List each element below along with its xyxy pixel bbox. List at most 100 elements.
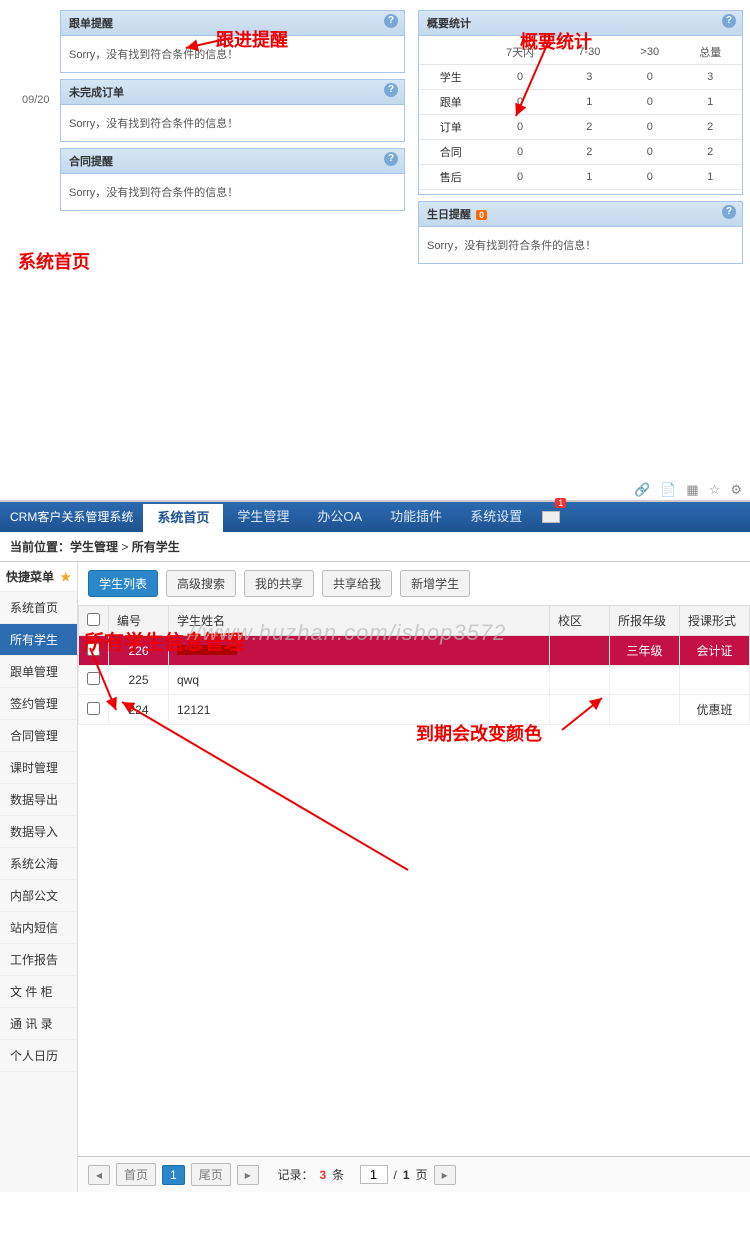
stats-row: 学生0303 xyxy=(419,65,742,90)
breadcrumb: 当前位置：学生管理 > 所有学生 xyxy=(0,532,750,562)
stats-row: 跟单0101 xyxy=(419,90,742,115)
rec-prefix: 记录： xyxy=(277,1166,313,1183)
sidebar-item[interactable]: 站内短信 xyxy=(0,912,77,944)
stats-row: 订单0202 xyxy=(419,115,742,140)
stats-table: 7天内 7-30 >30 总量 学生0303跟单0101订单0202合同0202… xyxy=(419,40,742,190)
watermark: //www.huzhan.com/ishop3572 xyxy=(188,620,506,646)
panel-contract-body: Sorry，没有找到符合条件的信息！ xyxy=(61,174,404,210)
page-go[interactable]: ▸ xyxy=(434,1165,456,1185)
panel-contract-title: 合同提醒 xyxy=(69,156,113,168)
panel-unfinished-header: 未完成订单 ? xyxy=(61,80,404,105)
help-icon[interactable]: ? xyxy=(722,205,736,219)
page-1[interactable]: 1 xyxy=(162,1165,185,1185)
cell-form xyxy=(680,666,750,695)
help-icon[interactable]: ? xyxy=(384,83,398,97)
sidebar-item[interactable]: 跟单管理 xyxy=(0,656,77,688)
anno-expired: 到期会改变颜色 xyxy=(416,720,542,746)
cell-id: 225 xyxy=(109,666,169,695)
help-icon[interactable]: ? xyxy=(384,14,398,28)
cell-grade xyxy=(610,695,680,725)
cell-id: 224 xyxy=(109,695,169,725)
sidebar-item[interactable]: 签约管理 xyxy=(0,688,77,720)
sidebar-item[interactable]: 系统公海 xyxy=(0,848,77,880)
select-all-checkbox[interactable] xyxy=(87,613,100,626)
row-checkbox[interactable] xyxy=(87,702,100,715)
panel-birthday-header: 生日提醒 0 ? xyxy=(419,202,742,227)
cell-campus xyxy=(550,636,610,666)
stats-cell: 0 xyxy=(621,140,678,165)
sidebar-item[interactable]: 文 件 柜 xyxy=(0,976,77,1008)
btn-my-share[interactable]: 我的共享 xyxy=(244,570,314,597)
table-row[interactable]: 22412121优惠班 xyxy=(79,695,750,725)
mail-icon[interactable]: 1 xyxy=(542,502,560,532)
stats-cell: 0 xyxy=(483,65,558,90)
stats-label: 订单 xyxy=(419,115,483,140)
btn-student-list[interactable]: 学生列表 xyxy=(88,570,158,597)
doc-icon[interactable]: 📄 xyxy=(660,482,676,498)
panel-unfinished-title: 未完成订单 xyxy=(69,87,124,99)
page-prev[interactable]: ◂ xyxy=(88,1165,110,1185)
anno-home: 系统首页 xyxy=(18,248,90,274)
stats-cell: 0 xyxy=(621,115,678,140)
page-first[interactable]: 首页 xyxy=(116,1163,156,1186)
help-icon[interactable]: ? xyxy=(384,152,398,166)
stats-label: 合同 xyxy=(419,140,483,165)
stats-cell: 1 xyxy=(558,165,622,190)
nav-oa[interactable]: 办公OA xyxy=(303,502,376,532)
btn-add-student[interactable]: 新增学生 xyxy=(400,570,470,597)
star-icon[interactable]: ★ xyxy=(60,570,71,584)
nav-home[interactable]: 系统首页 xyxy=(143,504,223,532)
th-form: 授课形式 xyxy=(680,606,750,636)
sidebar-item[interactable]: 合同管理 xyxy=(0,720,77,752)
btn-adv-search[interactable]: 高级搜索 xyxy=(166,570,236,597)
panel-unfinished-body: Sorry，没有找到符合条件的信息！ xyxy=(61,105,404,141)
page-sep: / xyxy=(394,1168,397,1182)
panel-contract: 合同提醒 ? Sorry，没有找到符合条件的信息！ xyxy=(60,148,405,211)
grid-icon[interactable]: ▦ xyxy=(686,482,698,498)
table-row[interactable]: 225qwq xyxy=(79,666,750,695)
page-next[interactable]: ▸ xyxy=(237,1165,259,1185)
btn-shared-to-me[interactable]: 共享给我 xyxy=(322,570,392,597)
page-total: 1 xyxy=(403,1168,410,1182)
sidebar-header: 快捷菜单 ★ xyxy=(0,562,77,592)
gear-icon[interactable]: ⚙ xyxy=(730,482,742,498)
help-icon[interactable]: ? xyxy=(722,14,736,28)
nav-plugin[interactable]: 功能插件 xyxy=(376,502,456,532)
stats-h4: 总量 xyxy=(678,40,742,65)
sidebar-item[interactable]: 系统首页 xyxy=(0,592,77,624)
page-input[interactable] xyxy=(360,1165,388,1184)
cell-form: 会计证 xyxy=(680,636,750,666)
stats-cell: 2 xyxy=(558,140,622,165)
nav-student[interactable]: 学生管理 xyxy=(223,502,303,532)
topbar-icons: 🔗 📄 ▦ ☆ ⚙ xyxy=(634,482,742,498)
sidebar-item[interactable]: 工作报告 xyxy=(0,944,77,976)
app-bottom: 🔗 📄 ▦ ☆ ⚙ CRM客户关系管理系统 系统首页 学生管理 办公OA 功能插… xyxy=(0,500,750,1192)
anno-follow: 跟进提醒 xyxy=(216,26,288,52)
stats-cell: 2 xyxy=(558,115,622,140)
stats-label: 跟单 xyxy=(419,90,483,115)
sidebar-item[interactable]: 通 讯 录 xyxy=(0,1008,77,1040)
cell-name: qwq xyxy=(169,666,550,695)
stats-cell: 3 xyxy=(678,65,742,90)
sidebar-item[interactable]: 个人日历 xyxy=(0,1040,77,1072)
anno-stats: 概要统计 xyxy=(520,28,592,54)
breadcrumb-p2: 所有学生 xyxy=(132,540,180,554)
nav-setting[interactable]: 系统设置 xyxy=(456,502,536,532)
stats-cell: 3 xyxy=(558,65,622,90)
stats-cell: 2 xyxy=(678,115,742,140)
sidebar-item[interactable]: 所有学生 xyxy=(0,624,77,656)
sidebar-item[interactable]: 数据导出 xyxy=(0,784,77,816)
stats-h3: >30 xyxy=(621,40,678,65)
cell-campus xyxy=(550,695,610,725)
page-last[interactable]: 尾页 xyxy=(191,1163,231,1186)
stats-label: 学生 xyxy=(419,65,483,90)
link-icon[interactable]: 🔗 xyxy=(634,482,650,498)
sidebar-item[interactable]: 数据导入 xyxy=(0,816,77,848)
stats-cell: 0 xyxy=(483,90,558,115)
star-icon[interactable]: ☆ xyxy=(709,482,721,498)
sidebar-item[interactable]: 内部公文 xyxy=(0,880,77,912)
stats-cell: 1 xyxy=(678,90,742,115)
row-checkbox[interactable] xyxy=(87,672,100,685)
stats-cell: 0 xyxy=(621,165,678,190)
sidebar-item[interactable]: 课时管理 xyxy=(0,752,77,784)
